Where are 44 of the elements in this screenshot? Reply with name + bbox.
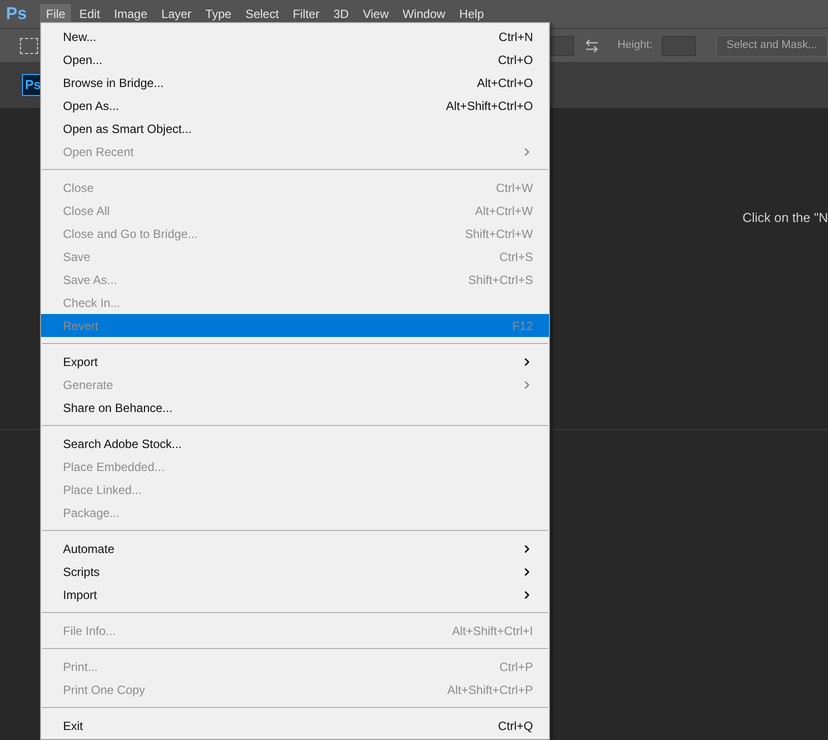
shortcut-text: Ctrl+S — [499, 248, 533, 266]
marquee-icon[interactable] — [20, 38, 38, 54]
shortcut-text: Shift+Ctrl+W — [464, 226, 533, 242]
menu-bar-item[interactable]: Help — [453, 4, 490, 24]
menu-bar-item[interactable]: Type — [199, 4, 238, 24]
shortcut-text: Alt+Shift+Ctrl+O — [446, 98, 533, 114]
height-label: Height: — [617, 38, 652, 54]
menu-bar-item[interactable]: View — [356, 4, 395, 24]
shortcut-text: Alt+Ctrl+O — [476, 74, 533, 92]
menu-bar-item[interactable]: Window — [396, 4, 452, 24]
menu-bar-item[interactable]: Select — [239, 4, 285, 24]
menu-bar-item[interactable]: Image — [108, 4, 154, 24]
menu-item[interactable]: Open... Ctrl+O — [41, 48, 549, 71]
menu-item[interactable]: Open As... Alt+Shift+Ctrl+O — [41, 94, 549, 117]
shortcut-text: Ctrl+Q — [498, 718, 533, 734]
menu-item[interactable]: Import — [41, 583, 549, 606]
shortcut-text: Ctrl+P — [499, 658, 533, 676]
shortcut-text: Shift+Ctrl+S — [468, 272, 533, 288]
height-field[interactable] — [662, 36, 696, 56]
menu-bar-item[interactable]: Filter — [286, 4, 326, 24]
menu-item[interactable]: Search Adobe Stock... — [41, 432, 549, 455]
shortcut-text: Alt+Ctrl+W — [474, 202, 533, 220]
shortcut-text: Alt+Shift+Ctrl+I — [452, 622, 533, 640]
menu-item[interactable]: Exit Ctrl+Q — [41, 714, 549, 737]
menu-item[interactable]: Open as Smart Object... — [41, 117, 549, 140]
menu-item[interactable]: Browse in Bridge... Alt+Ctrl+O — [41, 71, 549, 94]
menu-bar-item[interactable]: Layer — [155, 4, 198, 24]
menu-item[interactable]: Export — [41, 350, 549, 373]
shortcut-text: Ctrl+N — [498, 28, 533, 46]
select-and-mask-button[interactable]: Select and Mask... — [716, 34, 828, 56]
menu-item[interactable]: New... Ctrl+N — [41, 25, 549, 48]
shortcut-text: Ctrl+W — [496, 180, 533, 196]
canvas-hint-text: Click on the "N — [742, 209, 828, 227]
app-logo: Ps — [5, 3, 28, 26]
swap-icon[interactable] — [584, 38, 600, 54]
shortcut-text: Ctrl+O — [498, 52, 533, 68]
shortcut-text: F12 — [512, 318, 533, 334]
menu-bar-item[interactable]: File — [40, 4, 72, 24]
menu-item[interactable]: Automate — [41, 537, 549, 560]
menu-bar-item[interactable]: Edit — [73, 4, 106, 24]
menu-bar-item[interactable]: 3D — [327, 4, 355, 24]
menu-item[interactable]: Scripts — [41, 560, 549, 583]
shortcut-text: Alt+Shift+Ctrl+P — [447, 682, 533, 698]
menu-item[interactable]: Share on Behance... — [41, 396, 549, 419]
